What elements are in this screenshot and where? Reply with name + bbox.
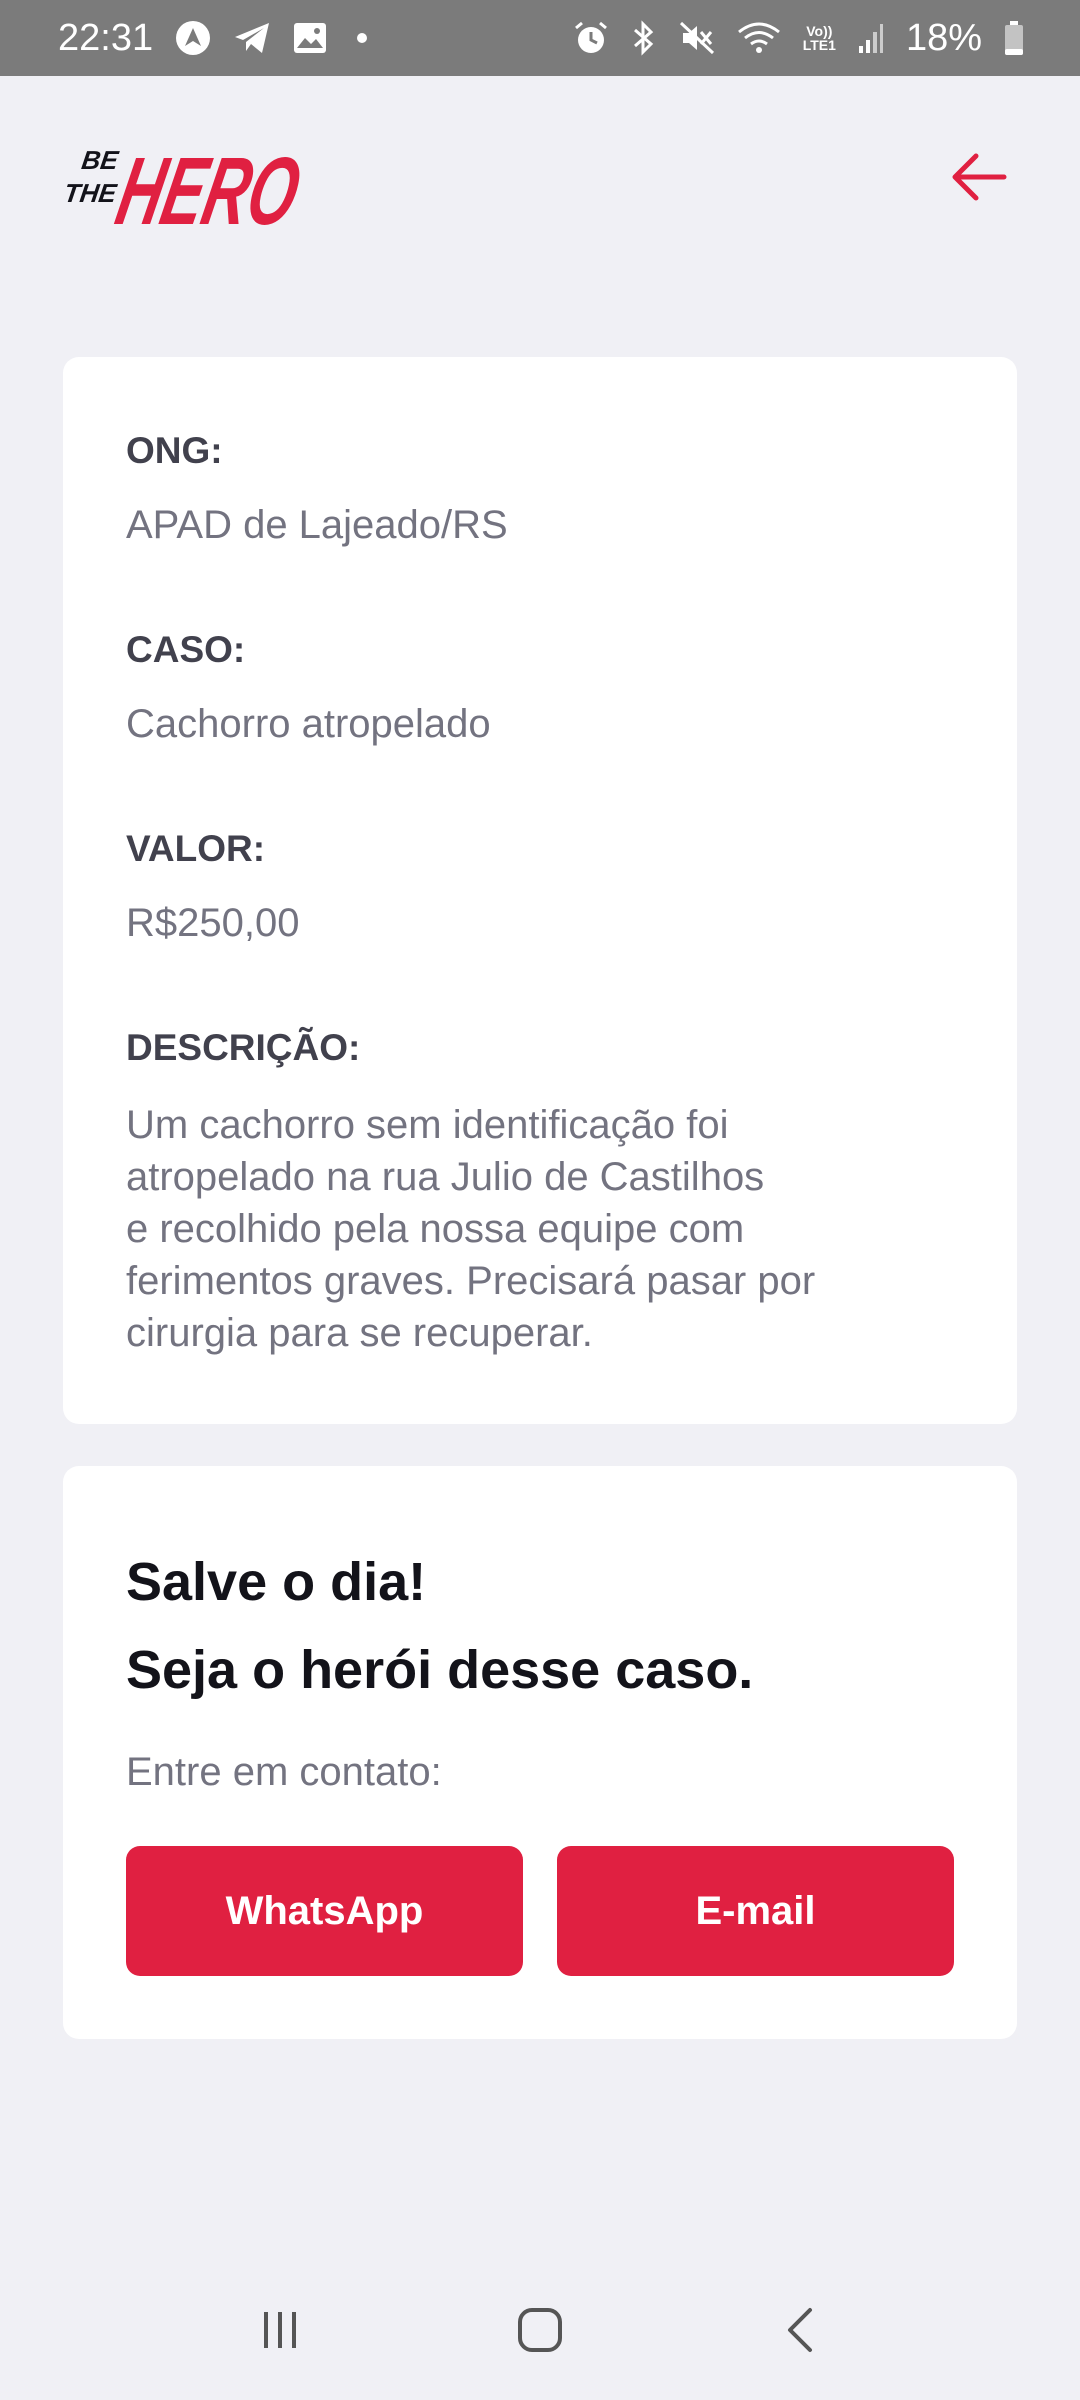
wifi-icon: [737, 21, 781, 55]
ong-label: ONG:: [126, 430, 223, 471]
caso-label: CASO:: [126, 629, 246, 670]
home-button[interactable]: [500, 2290, 580, 2370]
status-right: Vo)) LTE1 18%: [573, 17, 1024, 60]
status-left: 22:31: [58, 16, 368, 60]
navigation-bar: [0, 2260, 1080, 2400]
logo-hero: HERO: [108, 137, 309, 232]
volte-indicator: Vo)) LTE1: [803, 24, 836, 52]
be-the-hero-logo: BE THE HERO: [62, 124, 312, 245]
logo-the: THE: [62, 178, 120, 208]
whatsapp-button[interactable]: WhatsApp: [126, 1846, 523, 1976]
descricao-label: DESCRIÇÃO:: [126, 1027, 361, 1068]
telegram-icon: [233, 21, 271, 55]
bluetooth-icon: [631, 20, 657, 56]
system-back-button[interactable]: [760, 2290, 840, 2370]
descricao-line: e recolhido pela nossa equipe com: [126, 1207, 745, 1251]
status-time: 22:31: [58, 16, 154, 59]
battery-icon: [1004, 20, 1024, 56]
recent-apps-button[interactable]: [240, 2290, 320, 2370]
screen: 22:31 Vo)) LTE1 18% BE THE HERO ONG: APA…: [0, 0, 1080, 2400]
notification-dot: [357, 33, 368, 43]
descricao-line: cirurgia para se recuperar.: [126, 1311, 593, 1355]
contact-card: Salve o dia! Seja o herói desse caso. En…: [63, 1466, 1017, 2039]
gallery-icon: [293, 22, 327, 54]
contact-subtitle: Entre em contato:: [126, 1750, 442, 1794]
valor-value: R$250,00: [126, 901, 300, 945]
contact-title: Salve o dia! Seja o herói desse caso.: [126, 1538, 753, 1714]
ong-value: APAD de Lajeado/RS: [126, 503, 508, 547]
descricao-value: Um cachorro sem identificação foi atrope…: [126, 1099, 946, 1359]
battery-percent: 18%: [905, 16, 982, 59]
status-bar: 22:31 Vo)) LTE1 18%: [0, 0, 1080, 76]
incident-card: ONG: APAD de Lajeado/RS CASO: Cachorro a…: [63, 357, 1017, 1424]
email-button[interactable]: E-mail: [557, 1846, 954, 1976]
contact-title-line2: Seja o herói desse caso.: [126, 1640, 754, 1700]
logo-be: BE: [80, 145, 122, 175]
descricao-line: ferimentos graves. Precisará pasar por: [126, 1259, 816, 1303]
back-icon: [788, 2308, 812, 2352]
home-icon: [518, 2308, 562, 2352]
caso-value: Cachorro atropelado: [126, 702, 491, 746]
alarm-icon: [573, 20, 609, 56]
mute-icon: [679, 20, 715, 56]
recent-apps-icon: [264, 2312, 296, 2348]
signal-icon: [858, 22, 884, 54]
contact-title-line1: Salve o dia!: [126, 1552, 427, 1612]
descricao-line: atropelado na rua Julio de Castilhos: [126, 1155, 765, 1199]
lte-label: LTE1: [802, 37, 836, 53]
arrow-left-icon: [952, 153, 1007, 201]
valor-label: VALOR:: [126, 828, 266, 869]
back-button[interactable]: [950, 148, 1008, 206]
descricao-line: Um cachorro sem identificação foi: [126, 1103, 729, 1147]
navigation-icon: [175, 20, 211, 56]
